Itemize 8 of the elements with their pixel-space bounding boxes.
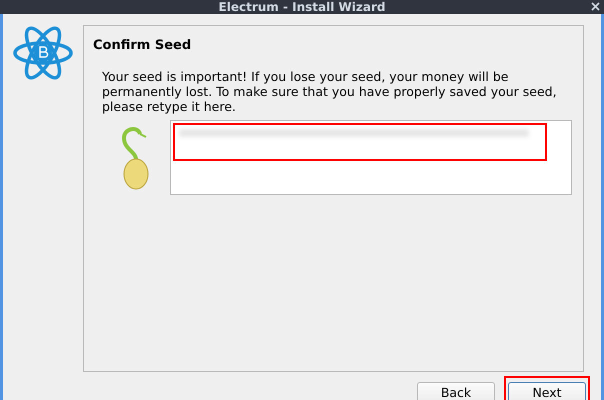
wizard-button[interactable]: Next (508, 382, 586, 400)
atom-logo-icon (12, 25, 74, 81)
window-title: Electrum - Install Wizard (218, 0, 386, 14)
instruction-text: Your seed is important! If you lose your seed, your money will be permanently lost. To make sure that you have properly saved your seed, please retype it here. (102, 68, 558, 114)
page-heading: Confirm Seed (93, 37, 192, 55)
wizard-button[interactable]: Back (417, 382, 495, 400)
seed-input-field[interactable] (170, 120, 572, 194)
close-icon[interactable] (591, 2, 600, 11)
